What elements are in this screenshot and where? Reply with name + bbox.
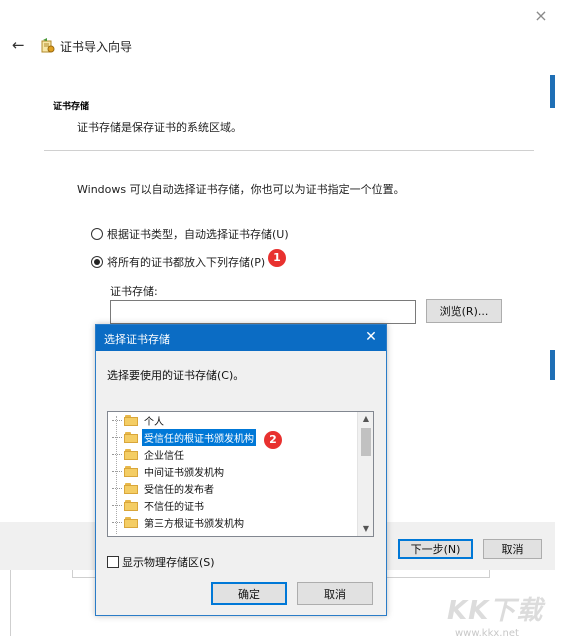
folder-icon <box>124 432 138 443</box>
tree-item-trusted-publishers[interactable]: 受信任的发布者 <box>112 480 216 497</box>
tree-item-label: 第三方根证书颁发机构 <box>144 519 244 530</box>
wizard-title: 证书导入向导 <box>60 40 133 54</box>
certificate-icon <box>41 38 55 53</box>
scroll-down-icon[interactable]: ▼ <box>358 522 373 536</box>
ok-button[interactable]: 确定 <box>211 582 287 605</box>
folder-icon <box>124 415 138 426</box>
checkbox[interactable] <box>107 556 119 568</box>
tree-item-trusted-root[interactable]: 受信任的根证书颁发机构 <box>112 429 256 446</box>
store-tree[interactable]: 个人 受信任的根证书颁发机构 企业信任 中间证书颁发机构 受信任的发布者 不信任… <box>107 411 374 537</box>
section-description: 证书存储是保存证书的系统区域。 <box>77 121 242 134</box>
certificate-store-field[interactable] <box>110 300 416 324</box>
close-icon[interactable]: × <box>531 6 551 26</box>
tree-item-label: 中间证书颁发机构 <box>144 468 224 479</box>
close-icon[interactable]: ✕ <box>362 328 380 346</box>
radio-auto-label: 根据证书类型，自动选择证书存储(U) <box>107 228 289 241</box>
dialog-prompt: 选择要使用的证书存储(C)。 <box>107 369 245 382</box>
store-label: 证书存储: <box>110 285 158 298</box>
show-physical-stores[interactable]: 显示物理存储区(S) <box>107 554 215 570</box>
radio-button-selected[interactable] <box>91 256 103 268</box>
dialog-title: 选择证书存储 <box>104 333 170 346</box>
tree-item-label: 个人 <box>144 417 164 428</box>
step-badge-2: 2 <box>264 431 282 449</box>
tree-scrollbar[interactable]: ▲ ▼ <box>357 412 373 536</box>
radio-manual-store[interactable]: 将所有的证书都放入下列存储(P) <box>91 254 265 270</box>
tree-item-personal[interactable]: 个人 <box>112 412 166 429</box>
folder-icon <box>124 517 138 528</box>
tree-item-intermediate-ca[interactable]: 中间证书颁发机构 <box>112 463 226 480</box>
dialog-cancel-button[interactable]: 取消 <box>297 582 373 605</box>
radio-auto-select[interactable]: 根据证书类型，自动选择证书存储(U) <box>91 226 289 242</box>
step-badge-1: 1 <box>268 249 286 267</box>
window-edge-accent <box>550 75 555 108</box>
scroll-up-icon[interactable]: ▲ <box>358 412 373 426</box>
tree-item-label: 企业信任 <box>144 451 184 462</box>
intro-text: Windows 可以自动选择证书存储，你也可以为证书指定一个位置。 <box>77 183 405 196</box>
radio-manual-label: 将所有的证书都放入下列存储(P) <box>107 256 266 269</box>
watermark-logo: KK下载 <box>447 596 544 626</box>
select-store-dialog: 选择证书存储 ✕ 选择要使用的证书存储(C)。 个人 受信任的根证书颁发机构 企… <box>95 324 387 616</box>
next-button[interactable]: 下一步(N) <box>398 539 473 559</box>
tree-item-label: 不信任的证书 <box>144 502 204 513</box>
watermark-url: www.kkx.net <box>455 628 519 639</box>
folder-icon <box>124 449 138 460</box>
background-window-edge <box>10 570 11 636</box>
tree-item-untrusted[interactable]: 不信任的证书 <box>112 497 206 514</box>
tree-item-enterprise-trust[interactable]: 企业信任 <box>112 446 186 463</box>
folder-icon <box>124 500 138 511</box>
back-arrow-icon[interactable]: ← <box>12 36 30 54</box>
show-physical-label: 显示物理存储区(S) <box>122 556 215 569</box>
tree-item-label: 受信任的根证书颁发机构 <box>142 429 256 446</box>
section-title: 证书存储 <box>53 102 90 112</box>
window-edge-accent <box>550 350 555 380</box>
scroll-thumb[interactable] <box>361 428 371 456</box>
folder-icon <box>124 466 138 477</box>
folder-icon <box>124 483 138 494</box>
dialog-titlebar: 选择证书存储 ✕ <box>96 325 386 351</box>
tree-item-label: 受信任的发布者 <box>144 485 214 496</box>
radio-button[interactable] <box>91 228 103 240</box>
tree-item-third-party-root[interactable]: 第三方根证书颁发机构 <box>112 514 246 531</box>
cancel-button[interactable]: 取消 <box>483 539 542 559</box>
browse-button[interactable]: 浏览(R)... <box>426 299 502 323</box>
divider <box>44 150 534 151</box>
